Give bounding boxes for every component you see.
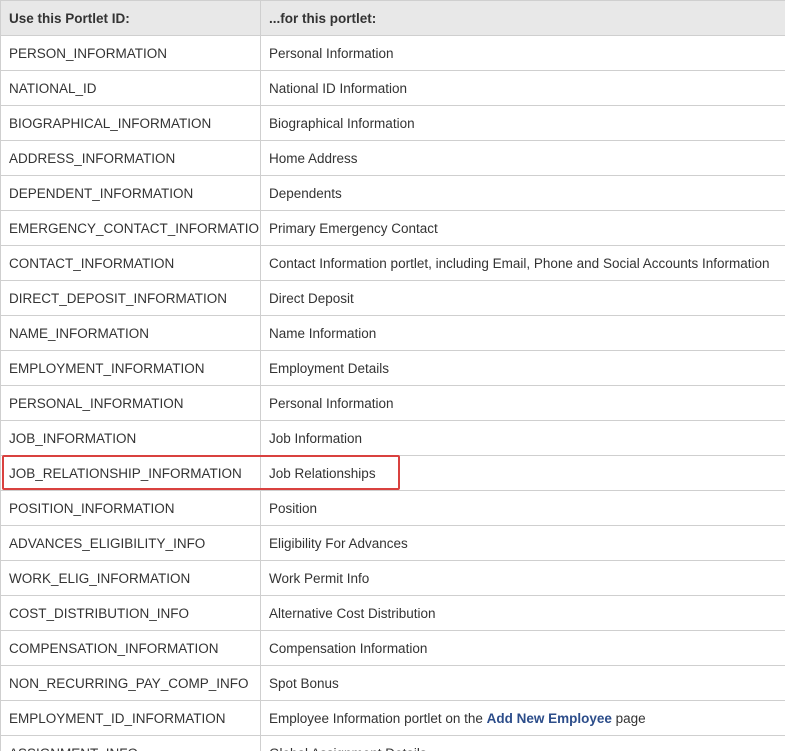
portlet-id-cell: BIOGRAPHICAL_INFORMATION	[0, 105, 261, 141]
portlet-name-cell: Home Address	[260, 140, 785, 176]
portlet-id-cell: NAME_INFORMATION	[0, 315, 261, 351]
portlet-id-cell: JOB_INFORMATION	[0, 420, 261, 456]
portlet-id-cell: ADDRESS_INFORMATION	[0, 140, 261, 176]
table-row: NON_RECURRING_PAY_COMP_INFO Spot Bonus	[0, 665, 785, 701]
portlet-name-cell: Job Relationships	[260, 455, 785, 491]
table-row: DIRECT_DEPOSIT_INFORMATION Direct Deposit	[0, 280, 785, 316]
portlet-id-cell: EMPLOYMENT_ID_INFORMATION	[0, 700, 261, 736]
portlet-id-cell: NATIONAL_ID	[0, 70, 261, 106]
table-row: JOB_RELATIONSHIP_INFORMATION Job Relation…	[0, 455, 785, 491]
portlet-id-cell: JOB_RELATIONSHIP_INFORMATION	[0, 455, 261, 491]
portlet-id-cell: DEPENDENT_INFORMATION	[0, 175, 261, 211]
table-row: EMPLOYMENT_ID_INFORMATION Employee Inform…	[0, 700, 785, 736]
portlet-name-cell: Employee Information portlet on the Add …	[260, 700, 785, 736]
portlet-id-cell: ADVANCES_ELIGIBILITY_INFO	[0, 525, 261, 561]
portlet-id-table-container: Use this Portlet ID: ...for this portlet…	[0, 0, 785, 751]
table-row: DEPENDENT_INFORMATION Dependents	[0, 175, 785, 211]
table-row: ADVANCES_ELIGIBILITY_INFO Eligibility For…	[0, 525, 785, 561]
portlet-id-cell: POSITION_INFORMATION	[0, 490, 261, 526]
portlet-name-cell: Position	[260, 490, 785, 526]
table-row: EMPLOYMENT_INFORMATION Employment Details	[0, 350, 785, 386]
portlet-name-cell: Contact Information portlet, including E…	[260, 245, 785, 281]
portlet-id-cell: DIRECT_DEPOSIT_INFORMATION	[0, 280, 261, 316]
portlet-id-cell: CONTACT_INFORMATION	[0, 245, 261, 281]
table-row: PERSONAL_INFORMATION Personal Information	[0, 385, 785, 421]
table-row: NAME_INFORMATION Name Information	[0, 315, 785, 351]
table-row: COST_DISTRIBUTION_INFO Alternative Cost D…	[0, 595, 785, 631]
table-row: PERSON_INFORMATION Personal Information	[0, 35, 785, 71]
portlet-id-cell: COMPENSATION_INFORMATION	[0, 630, 261, 666]
portlet-name-cell: Dependents	[260, 175, 785, 211]
portlet-name-prefix: Employee Information portlet on the	[269, 710, 487, 726]
portlet-name-suffix: page	[611, 710, 646, 726]
portlet-name-cell: Personal Information	[260, 385, 785, 421]
portlet-name-cell: Global Assignment Details	[260, 735, 785, 751]
portlet-name-cell: Work Permit Info	[260, 560, 785, 596]
portlet-id-cell: EMERGENCY_CONTACT_INFORMATION	[0, 210, 261, 246]
portlet-name-cell: Eligibility For Advances	[260, 525, 785, 561]
portlet-name-cell: Name Information	[260, 315, 785, 351]
portlet-name-cell: Primary Emergency Contact	[260, 210, 785, 246]
table-row: ASSIGNMENT_INFOGlobal Assignment Details	[0, 735, 785, 751]
table-row: ADDRESS_INFORMATION Home Address	[0, 140, 785, 176]
portlet-id-cell: ASSIGNMENT_INFO	[0, 735, 261, 751]
portlet-name-cell: Biographical Information	[260, 105, 785, 141]
table-row: JOB_INFORMATION Job Information	[0, 420, 785, 456]
portlet-id-cell: NON_RECURRING_PAY_COMP_INFO	[0, 665, 261, 701]
add-new-employee-link[interactable]: Add New Employee	[487, 711, 612, 726]
table-row: EMERGENCY_CONTACT_INFORMATION Primary Eme…	[0, 210, 785, 246]
portlet-name-cell: Direct Deposit	[260, 280, 785, 316]
portlet-id-cell: PERSON_INFORMATION	[0, 35, 261, 71]
table-body: PERSON_INFORMATION Personal Information NA…	[0, 35, 785, 751]
table-row: BIOGRAPHICAL_INFORMATION Biographical Inf…	[0, 105, 785, 141]
portlet-id-cell: COST_DISTRIBUTION_INFO	[0, 595, 261, 631]
portlet-id-cell: EMPLOYMENT_INFORMATION	[0, 350, 261, 386]
portlet-id-cell: WORK_ELIG_INFORMATION	[0, 560, 261, 596]
table-row: NATIONAL_ID National ID Information	[0, 70, 785, 106]
portlet-name-cell: Alternative Cost Distribution	[260, 595, 785, 631]
portlet-name-cell: Spot Bonus	[260, 665, 785, 701]
column-header-portlet: ...for this portlet:	[260, 0, 785, 36]
portlet-name-cell: Job Information	[260, 420, 785, 456]
column-header-portlet-id: Use this Portlet ID:	[0, 0, 261, 36]
table-row: POSITION_INFORMATION Position	[0, 490, 785, 526]
table-header-row: Use this Portlet ID: ...for this portlet…	[0, 0, 785, 36]
portlet-name-cell: Compensation Information	[260, 630, 785, 666]
portlet-id-cell: PERSONAL_INFORMATION	[0, 385, 261, 421]
table-row: COMPENSATION_INFORMATION Compensation Inf…	[0, 630, 785, 666]
portlet-name-cell: National ID Information	[260, 70, 785, 106]
table-row: WORK_ELIG_INFORMATION Work Permit Info	[0, 560, 785, 596]
table-row: CONTACT_INFORMATION Contact Information p…	[0, 245, 785, 281]
portlet-name-cell: Employment Details	[260, 350, 785, 386]
portlet-name-cell: Personal Information	[260, 35, 785, 71]
portlet-id-table: Use this Portlet ID: ...for this portlet…	[0, 0, 785, 751]
